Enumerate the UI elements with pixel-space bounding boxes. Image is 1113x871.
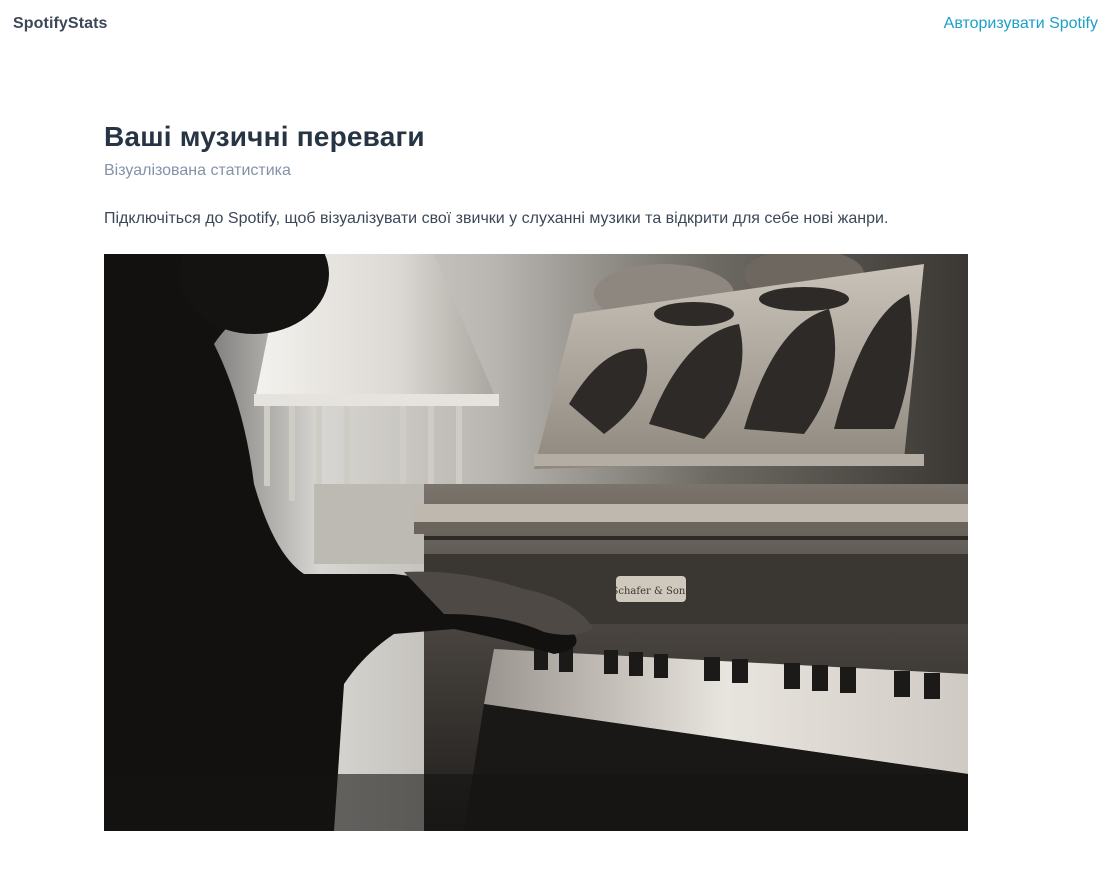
- piano-brand-plate: Schafer & Sons: [612, 586, 691, 597]
- navbar: SpotifyStats Авторизувати Spotify: [0, 0, 1113, 50]
- piano-photo-illustration: Schafer & Sons: [104, 254, 968, 831]
- hero-section: Ваші музичні переваги Візуалізована стат…: [104, 118, 968, 230]
- brand-logo-link[interactable]: SpotifyStats: [13, 15, 108, 33]
- page-subtitle: Візуалізована статистика: [104, 162, 291, 179]
- hero-image-piano-player: Schafer & Sons: [104, 254, 968, 831]
- authorize-spotify-link[interactable]: Авторизувати Spotify: [944, 15, 1098, 33]
- page-title: Ваші музичні переваги: [104, 121, 425, 152]
- intro-text: Підключіться до Spotify, щоб візуалізува…: [104, 210, 889, 227]
